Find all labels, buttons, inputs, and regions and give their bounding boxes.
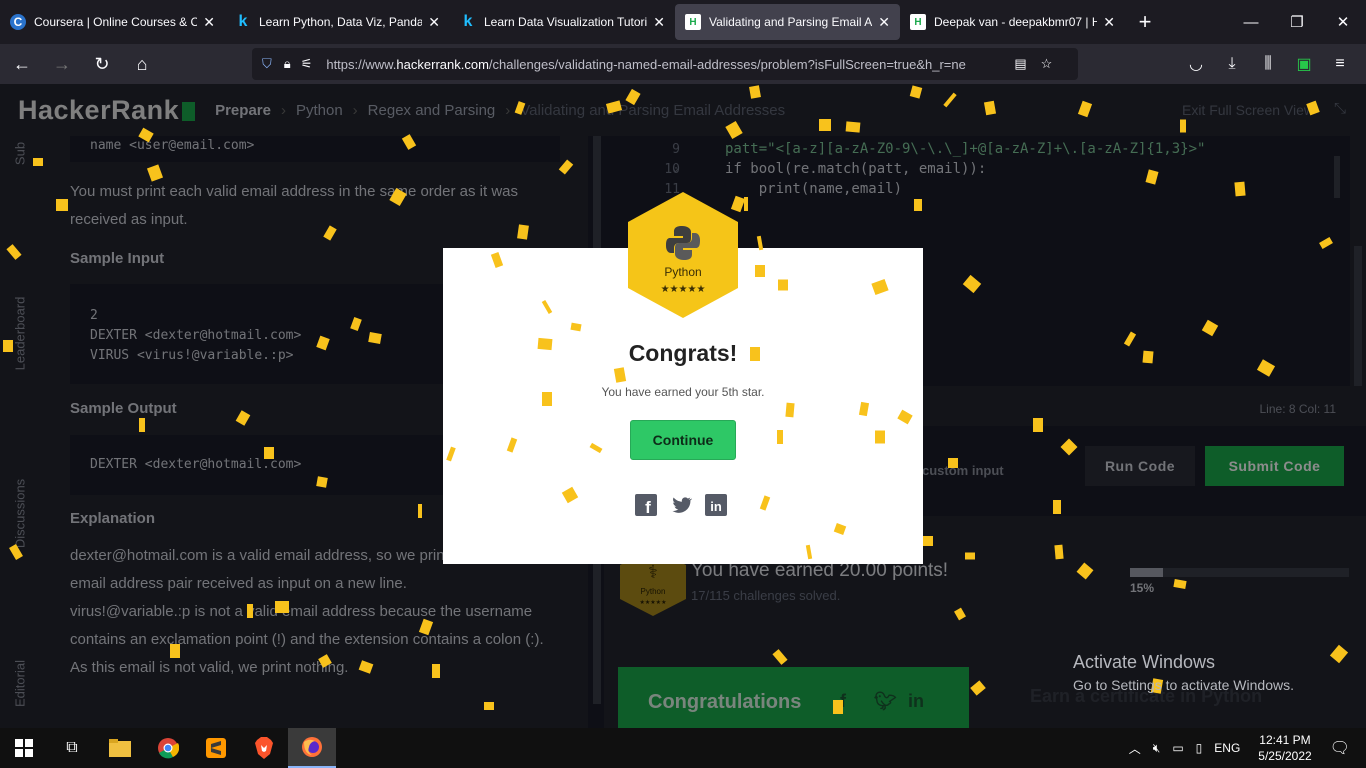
browser-tab[interactable]: H Deepak van - deepakbmr07 | Ha ✕	[900, 0, 1125, 44]
congrats-title: Congrats!	[628, 340, 738, 366]
activate-windows-subtitle: Go to Settings to activate Windows.	[1073, 677, 1294, 693]
facebook-icon[interactable]: f	[635, 494, 657, 516]
hackerrank-icon: H	[685, 14, 701, 30]
clock[interactable]: 12:41 PM 5/25/2022	[1258, 732, 1311, 764]
close-tab-icon[interactable]: ✕	[878, 14, 890, 31]
tab-title: Learn Python, Data Viz, Pandas	[259, 15, 423, 29]
url-bar[interactable]: ⛉ 🔒︎ ⚟ https://www.hackerrank.com/challe…	[252, 48, 1078, 80]
svg-text:in: in	[710, 499, 722, 514]
battery-icon[interactable]: ▯	[1196, 741, 1203, 755]
python-badge-large: Python ★★★★★	[628, 192, 738, 318]
language-indicator[interactable]: ENG	[1214, 741, 1240, 755]
kaggle-icon: k	[238, 13, 248, 30]
lock-icon[interactable]: 🔒︎	[284, 56, 291, 72]
close-tab-icon[interactable]: ✕	[653, 14, 665, 31]
restore-icon[interactable]: ❐	[1274, 0, 1320, 44]
svg-text:f: f	[645, 498, 651, 516]
downloads-icon[interactable]: ⤓	[1214, 48, 1250, 80]
task-view-icon[interactable]: ⧉	[48, 728, 96, 768]
svg-text:Python: Python	[664, 265, 701, 279]
tab-title: Coursera | Online Courses & Cre	[34, 15, 198, 29]
reload-icon[interactable]: ↻	[84, 48, 120, 80]
notifications-icon[interactable]: 🗨︎	[1330, 738, 1350, 758]
star-earned-text: You have earned your 5th star.	[601, 385, 765, 399]
new-tab-button[interactable]: +	[1125, 0, 1165, 44]
minimize-icon[interactable]: —	[1228, 0, 1274, 44]
browser-nav-bar: ← → ↻ ⌂ ⛉ 🔒︎ ⚟ https://www.hackerrank.co…	[0, 44, 1366, 84]
pocket-icon[interactable]: ◡	[1178, 48, 1214, 80]
system-tray: ︿ 🔇︎ ▭ ▯ ENG 12:41 PM 5/25/2022 🗨︎	[1123, 728, 1366, 768]
hackerrank-icon: H	[910, 14, 926, 30]
url-text[interactable]: https://www.hackerrank.com/challenges/va…	[326, 57, 1006, 72]
network-icon[interactable]: ▭	[1172, 741, 1183, 755]
home-icon[interactable]: ⌂	[124, 48, 160, 80]
file-explorer-icon[interactable]	[96, 728, 144, 768]
browser-tab[interactable]: C Coursera | Online Courses & Cre ✕	[0, 0, 225, 44]
windows-taskbar: ⧉ ︿ 🔇︎ ▭ ▯ ENG 12:41 PM 5/25/2022 🗨︎	[0, 728, 1366, 768]
extension-icon[interactable]: ▣	[1286, 48, 1322, 80]
twitter-icon[interactable]	[670, 494, 692, 516]
browser-tab[interactable]: k Learn Data Visualization Tutorial ✕	[450, 0, 675, 44]
close-tab-icon[interactable]: ✕	[203, 14, 215, 31]
svg-text:★★★★★: ★★★★★	[661, 284, 706, 295]
sublime-text-icon[interactable]	[192, 728, 240, 768]
close-window-icon[interactable]: ✕	[1320, 0, 1366, 44]
close-tab-icon[interactable]: ✕	[1103, 14, 1115, 31]
permissions-icon[interactable]: ⚟	[301, 56, 313, 72]
window-controls: — ❐ ✕	[1228, 0, 1366, 44]
coursera-icon: C	[10, 14, 26, 30]
browser-tab[interactable]: k Learn Python, Data Viz, Pandas ✕	[225, 0, 450, 44]
tab-title: Validating and Parsing Email Ad	[709, 15, 873, 29]
firefox-icon[interactable]	[288, 728, 336, 768]
windows-start-icon[interactable]	[0, 728, 48, 768]
tab-title: Learn Data Visualization Tutorial	[484, 15, 648, 29]
forward-icon[interactable]: →	[44, 48, 80, 80]
brave-icon[interactable]	[240, 728, 288, 768]
library-icon[interactable]: ⫼	[1250, 48, 1286, 80]
back-icon[interactable]: ←	[4, 48, 40, 80]
activate-windows-title: Activate Windows	[1073, 652, 1216, 672]
browser-toolbar-right: ◡ ⤓ ⫼ ▣ ≡	[1178, 48, 1358, 80]
tab-title: Deepak van - deepakbmr07 | Ha	[934, 15, 1098, 29]
browser-tab-strip: C Coursera | Online Courses & Cre ✕ k Le…	[0, 0, 1366, 44]
linkedin-icon[interactable]: in	[705, 494, 727, 516]
tray-chevron-icon[interactable]: ︿	[1129, 740, 1141, 757]
browser-tab-active[interactable]: H Validating and Parsing Email Ad ✕	[675, 4, 900, 40]
bookmark-star-icon[interactable]: ☆	[1041, 56, 1053, 72]
shield-icon[interactable]: ⛉	[262, 56, 272, 72]
kaggle-icon: k	[463, 13, 473, 30]
menu-icon[interactable]: ≡	[1322, 48, 1358, 80]
continue-button[interactable]: Continue	[630, 420, 736, 460]
volume-muted-icon[interactable]: 🔇︎	[1153, 741, 1161, 756]
reader-view-icon[interactable]: ▤	[1014, 56, 1026, 72]
chrome-icon[interactable]	[144, 728, 192, 768]
close-tab-icon[interactable]: ✕	[428, 14, 440, 31]
